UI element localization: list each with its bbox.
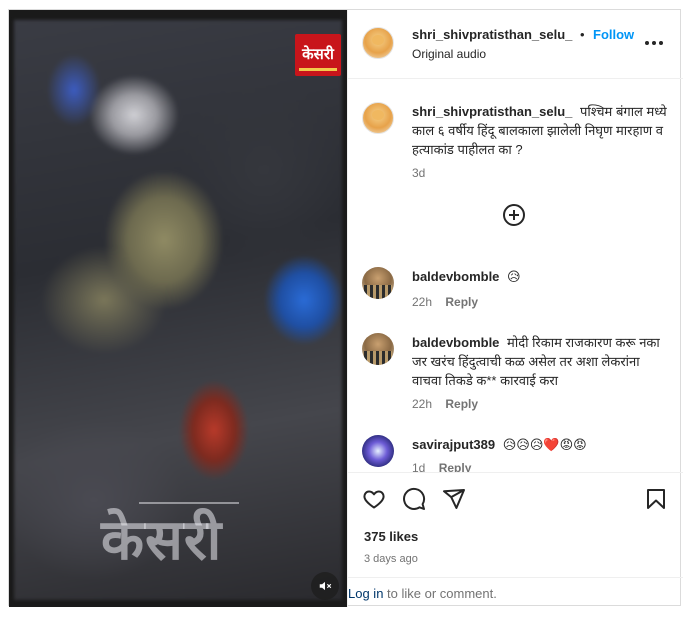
caption-username[interactable]: shri_shivpratisthan_selu_	[412, 104, 572, 119]
comment-text: 😥	[507, 269, 521, 284]
avatar[interactable]	[362, 267, 394, 299]
comment-time[interactable]: 1d	[412, 461, 425, 472]
more-horizontal-icon	[645, 41, 649, 45]
heart-icon	[363, 490, 385, 509]
save-button[interactable]	[644, 487, 668, 511]
channel-logo: केसरी	[295, 34, 341, 76]
post-time[interactable]: 3 days ago	[364, 553, 418, 565]
reply-button[interactable]: Reply	[445, 397, 478, 411]
plus-circle-icon	[503, 204, 525, 226]
avatar[interactable]	[362, 102, 394, 134]
follow-button[interactable]: Follow	[593, 27, 634, 42]
reply-button[interactable]: Reply	[445, 295, 478, 309]
post-media[interactable]: केसरी केसरी	[9, 10, 347, 607]
login-prompt-text: to like or comment.	[383, 586, 497, 601]
share-icon	[443, 489, 465, 509]
header-separator: •	[580, 27, 585, 42]
bookmark-icon	[647, 489, 665, 509]
comments-list[interactable]: shri_shivpratisthan_selu_ पश्चिम बंगाल म…	[348, 80, 683, 472]
like-button[interactable]	[362, 487, 386, 511]
avatar[interactable]	[362, 435, 394, 467]
post-sidebar: shri_shivpratisthan_selu_ • Follow Origi…	[347, 10, 683, 607]
comment-username[interactable]: savirajput389	[412, 437, 495, 452]
load-more-comments-button[interactable]	[502, 203, 526, 227]
comment-button[interactable]	[402, 487, 426, 511]
login-prompt: Log in to like or comment.	[348, 577, 683, 607]
comment-username[interactable]: baldevbomble	[412, 269, 499, 284]
reply-button[interactable]: Reply	[439, 461, 472, 472]
comment-icon	[403, 487, 426, 510]
caption-time[interactable]: 3d	[412, 166, 425, 180]
post-container: केसरी केसरी shri_shivpratisthan_selu_ • …	[8, 9, 683, 607]
channel-logo-text: केसरी	[302, 45, 334, 63]
speaker-muted-icon	[319, 581, 332, 591]
header-username[interactable]: shri_shivpratisthan_selu_	[412, 27, 572, 42]
watermark: केसरी	[101, 508, 223, 573]
avatar[interactable]	[362, 27, 394, 59]
avatar[interactable]	[362, 333, 394, 365]
login-link[interactable]: Log in	[348, 586, 383, 601]
share-button[interactable]	[442, 487, 466, 511]
comment-time[interactable]: 22h	[412, 295, 432, 309]
comment-username[interactable]: baldevbomble	[412, 335, 499, 350]
mute-button[interactable]	[311, 572, 339, 600]
more-options-button[interactable]	[645, 37, 665, 49]
likes-count[interactable]: 375 likes	[364, 529, 418, 544]
comment-time[interactable]: 22h	[412, 397, 432, 411]
action-bar: 375 likes 3 days ago	[348, 472, 683, 584]
post-header: shri_shivpratisthan_selu_ • Follow Origi…	[348, 10, 683, 79]
audio-label[interactable]: Original audio	[412, 47, 486, 61]
comment-text: 😥😥😥❤️😡😡	[502, 437, 587, 452]
